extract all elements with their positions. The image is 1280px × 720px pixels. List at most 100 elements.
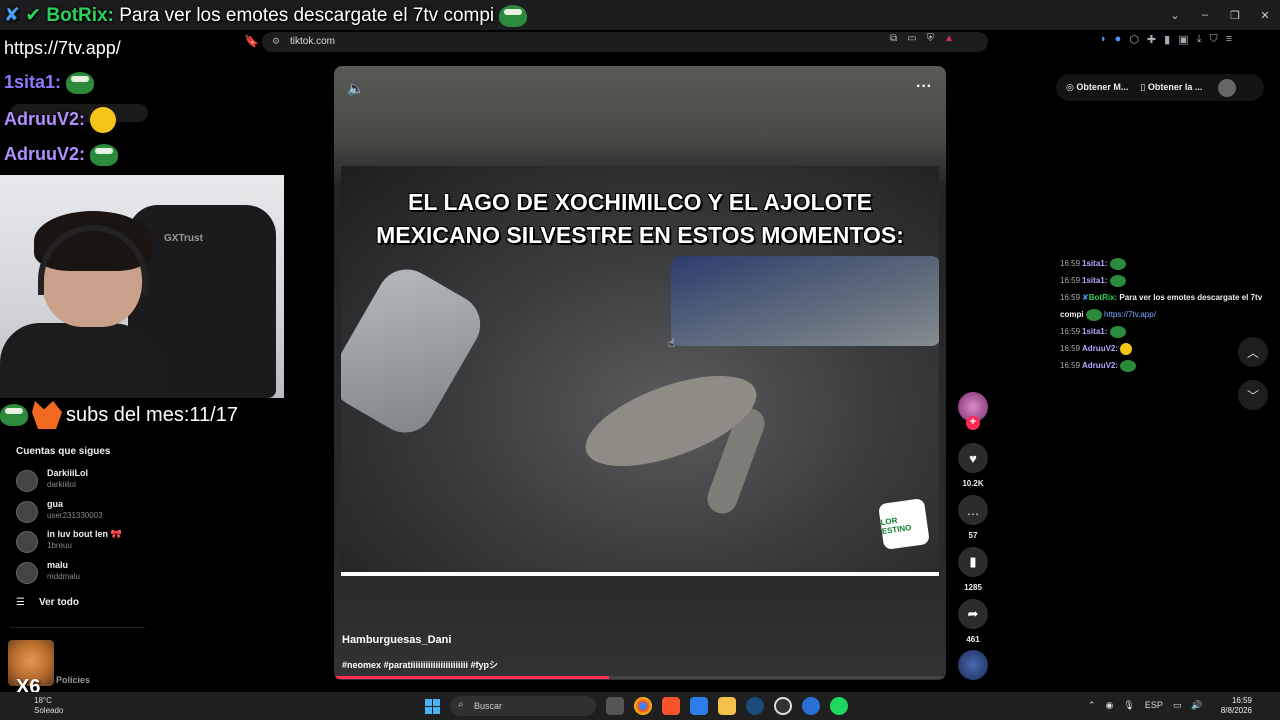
url-field[interactable]: ⚙ tiktok.com bbox=[262, 32, 988, 52]
chat-line: 16:59 ✘BotRix: Para ver los emotes descar… bbox=[1060, 289, 1270, 323]
weather-temp: 18°C bbox=[34, 696, 52, 705]
task-view-icon[interactable] bbox=[606, 697, 624, 715]
maximize-button[interactable]: ❐ bbox=[1220, 0, 1250, 30]
video-progress-bar[interactable] bbox=[334, 676, 946, 679]
chat-username: AdruuV2: bbox=[4, 144, 85, 164]
ccleaner-icon[interactable] bbox=[802, 697, 820, 715]
comment-count: 57 bbox=[968, 531, 978, 540]
audio-icon[interactable]: ◗ bbox=[1100, 33, 1107, 46]
microphone-icon[interactable]: 🎙 bbox=[1123, 700, 1134, 711]
profile-avatar[interactable] bbox=[1218, 78, 1237, 97]
bot-name: BotRix: bbox=[46, 5, 114, 26]
chat-time: 16:59 bbox=[1060, 293, 1081, 302]
taskbar-search[interactable]: ⌕ Buscar bbox=[450, 696, 596, 716]
following-item[interactable]: in luv bout len 🎀 1breuu bbox=[16, 529, 216, 555]
steam-icon[interactable] bbox=[746, 697, 764, 715]
volume-icon[interactable]: 🔈 bbox=[347, 80, 364, 97]
chevron-up-icon[interactable]: ⌃ bbox=[1088, 700, 1096, 711]
following-item[interactable]: gua user231330003 bbox=[16, 499, 216, 525]
video-hashtags[interactable]: #neomex #paratiiiiiiiiiiiiiiiiiiiiiii #f… bbox=[342, 658, 498, 671]
chat-link[interactable]: https://7tv.app/ bbox=[1104, 310, 1156, 319]
chat-time: 16:59 bbox=[1060, 344, 1081, 353]
following-handle: mddmalu bbox=[47, 572, 80, 581]
spotify-icon[interactable] bbox=[830, 697, 848, 715]
extension-icon-2[interactable]: ⬡ bbox=[1129, 33, 1139, 46]
menu-icon[interactable]: ≡ bbox=[1226, 33, 1232, 46]
taskbar: 18°C Soleado ⌕ Buscar ⌃ ◉ 🎙 ESP ▭ 🔊 16:5… bbox=[0, 692, 1280, 720]
avatar bbox=[16, 562, 38, 584]
streamer-body bbox=[0, 323, 170, 398]
more-options-icon[interactable]: ··· bbox=[916, 78, 932, 96]
download-icon[interactable]: ⤓ bbox=[1197, 33, 1202, 46]
get-app-button[interactable]: ▯ Obtener la ... bbox=[1140, 82, 1202, 93]
network-icon[interactable]: ▭ bbox=[1173, 700, 1182, 711]
puzzle-icon[interactable]: ✚ bbox=[1147, 33, 1156, 46]
like-button[interactable]: ♥ bbox=[958, 443, 988, 473]
brave-icon[interactable] bbox=[662, 697, 680, 715]
shield-icon[interactable]: ⛨ bbox=[927, 33, 935, 44]
folder-icon[interactable] bbox=[718, 697, 736, 715]
save-button[interactable]: ▮ bbox=[958, 547, 988, 577]
vpn-icon[interactable]: ⛉ bbox=[1209, 33, 1217, 46]
system-tray: ⌃ ◉ 🎙 ESP ▭ 🔊 bbox=[1088, 700, 1203, 711]
save-count: 1285 bbox=[964, 583, 982, 592]
get-coins-button[interactable]: ◎ Obtener M... bbox=[1066, 82, 1128, 93]
volume-icon[interactable]: 🔊 bbox=[1191, 700, 1202, 711]
video-player[interactable]: 🔈 ··· EL LAGO DE XOCHIMILCO Y EL AJOLOTE… bbox=[334, 66, 946, 680]
weather-widget[interactable]: 18°C Soleado bbox=[34, 696, 63, 716]
search-icon: ⌕ bbox=[458, 699, 464, 710]
kiss-face-emote-icon bbox=[1120, 342, 1133, 355]
comment-icon: … bbox=[966, 502, 980, 518]
search-label: Buscar bbox=[474, 701, 503, 711]
subs-counter: subs del mes:11/17 bbox=[0, 400, 238, 430]
video-author[interactable]: Hamburguesas_Dani bbox=[342, 634, 451, 646]
close-button[interactable]: ✕ bbox=[1250, 0, 1280, 30]
following-item[interactable]: malu mddmalu bbox=[16, 560, 216, 586]
start-icon[interactable] bbox=[425, 699, 440, 714]
discord-icon[interactable]: ◉ bbox=[1106, 700, 1114, 711]
avatar bbox=[16, 501, 38, 523]
see-all-button[interactable]: ☰ Ver todo bbox=[16, 597, 79, 608]
clock-time: 16:59 bbox=[1231, 696, 1252, 705]
video-progress-fill bbox=[334, 676, 610, 679]
sidebar-divider bbox=[10, 627, 145, 628]
comment-button[interactable]: … bbox=[958, 495, 988, 525]
share-button[interactable]: ➦ bbox=[958, 599, 988, 629]
chat-username: AdruuV2: bbox=[4, 108, 85, 129]
plastic-bottle bbox=[341, 258, 492, 444]
chat-username: AdruuV2: bbox=[1082, 344, 1119, 353]
policies-link[interactable]: Policies bbox=[56, 675, 90, 685]
chrome-icon[interactable] bbox=[634, 697, 652, 715]
caption-line-1: EL LAGO DE XOCHIMILCO Y EL AJOLOTE bbox=[408, 189, 872, 215]
extension-icon-1[interactable]: ● bbox=[1115, 33, 1122, 46]
bot-badge-icon: ✘ bbox=[1082, 293, 1089, 302]
share-count: 461 bbox=[966, 635, 980, 644]
following-title: Cuentas que sigues bbox=[16, 446, 111, 457]
trash-bag bbox=[671, 256, 939, 346]
next-video-button[interactable]: ﹀ bbox=[1238, 380, 1268, 410]
next-video-thumbnail[interactable] bbox=[958, 650, 988, 680]
sidebar-icon[interactable]: ▮ bbox=[1164, 33, 1170, 46]
rewards-icon[interactable]: ▲ bbox=[944, 33, 954, 44]
wallet-icon[interactable]: ▣ bbox=[1178, 33, 1188, 46]
following-name: malu bbox=[47, 560, 69, 570]
bookmark-icon[interactable]: 🔖 bbox=[244, 34, 259, 48]
following-name: in luv bout len 🎀 bbox=[47, 529, 122, 539]
get-app-pill: ◎ Obtener M... ▯ Obtener la ... bbox=[1056, 74, 1264, 101]
translate-icon[interactable]: ⧉ bbox=[890, 33, 897, 44]
following-handle: user231330003 bbox=[47, 511, 103, 520]
video-content: EL LAGO DE XOCHIMILCO Y EL AJOLOTE MEXIC… bbox=[341, 166, 939, 572]
clock[interactable]: 16:59 8/8/2026 bbox=[1216, 696, 1252, 716]
follow-plus-icon[interactable]: + bbox=[966, 416, 980, 430]
obs-icon[interactable] bbox=[774, 697, 792, 715]
cast-icon[interactable]: ▭ bbox=[907, 33, 916, 44]
language-indicator[interactable]: ESP bbox=[1145, 700, 1163, 711]
following-item[interactable]: DarkiiiLol darkiiilol bbox=[16, 468, 216, 494]
minimize-button[interactable]: – bbox=[1190, 0, 1220, 30]
pepe-emote-icon bbox=[0, 404, 28, 426]
tab-list-button[interactable]: ⌄ bbox=[1160, 0, 1190, 30]
previous-video-button[interactable]: ︿ bbox=[1238, 337, 1268, 367]
overlay-chat-line-1: 1sita1: bbox=[4, 72, 95, 95]
site-settings-icon[interactable]: ⚙ bbox=[272, 36, 280, 47]
store-icon[interactable] bbox=[690, 697, 708, 715]
